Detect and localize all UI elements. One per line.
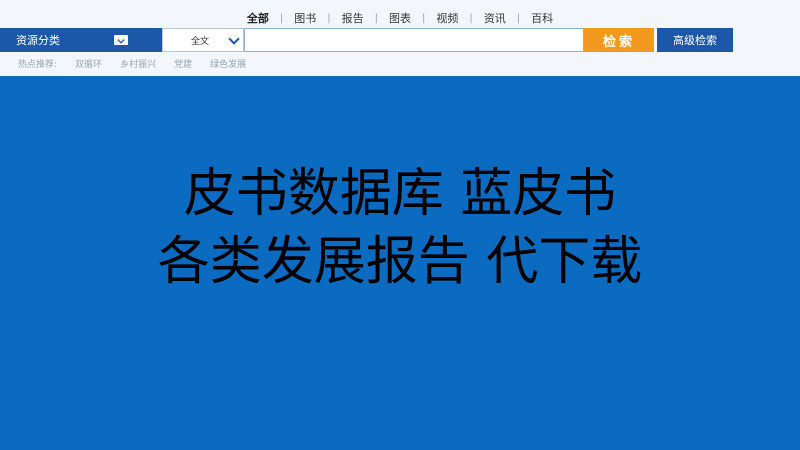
search-scope-select[interactable]: 全文 [162, 28, 244, 52]
tab-separator: | [279, 12, 284, 24]
tab-news[interactable]: 资讯 [477, 10, 513, 26]
hot-item[interactable]: 双循环 [75, 57, 102, 70]
envelope-icon [114, 35, 128, 45]
hot-recommendations-label: 热点推荐: [18, 59, 58, 70]
tab-all[interactable]: 全部 [240, 10, 276, 26]
tab-separator: | [516, 12, 521, 24]
tab-separator: | [422, 12, 426, 24]
search-type-tabs: 全部 | 图书 | 报告 | 图表 | 视频 | 资讯 | 百科 [0, 9, 800, 27]
top-bar: 全部 | 图书 | 报告 | 图表 | 视频 | 资讯 | 百科 资源分类 全文… [0, 0, 800, 76]
resource-category-dropdown[interactable]: 资源分类 [0, 28, 162, 52]
tab-videos[interactable]: 视频 [429, 10, 465, 26]
tab-separator: | [374, 12, 378, 24]
search-button[interactable]: 检索 [584, 28, 654, 52]
headline-line-2: 各类发展报告 代下载 [157, 232, 643, 292]
chevron-down-icon [228, 33, 240, 45]
tab-separator: | [327, 12, 331, 24]
search-scope-value: 全文 [191, 36, 210, 47]
tab-books[interactable]: 图书 [287, 10, 323, 26]
hot-recommendations: 热点推荐: 双循环 乡村振兴 党建 绿色发展 [18, 56, 264, 70]
advanced-search-button[interactable]: 高级检索 [657, 28, 733, 52]
headline-line-1: 皮书数据库 蓝皮书 [183, 164, 617, 224]
search-row: 资源分类 全文 检索 高级检索 [0, 28, 800, 52]
hot-item[interactable]: 绿色发展 [210, 57, 246, 70]
tab-encyclopedia[interactable]: 百科 [524, 10, 560, 26]
tab-charts[interactable]: 图表 [382, 10, 418, 26]
hot-item[interactable]: 乡村振兴 [120, 57, 156, 70]
tab-reports[interactable]: 报告 [335, 10, 371, 26]
resource-category-label: 资源分类 [16, 34, 60, 47]
hot-item[interactable]: 党建 [174, 57, 192, 70]
search-input[interactable] [244, 28, 584, 52]
tab-separator: | [469, 12, 473, 24]
